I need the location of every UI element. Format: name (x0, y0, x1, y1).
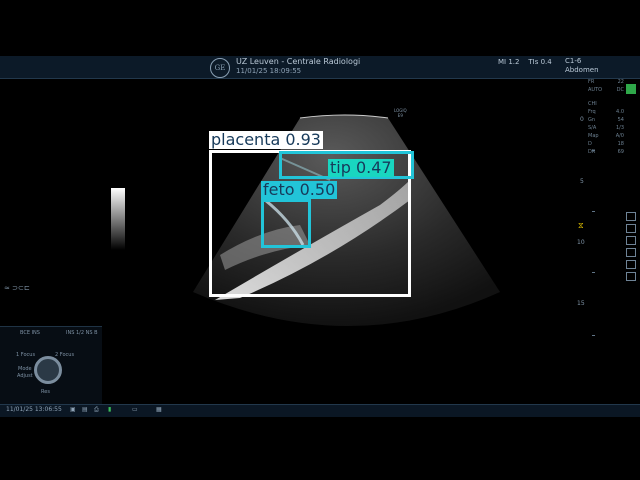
tool-icon[interactable] (626, 224, 636, 233)
panel-label: BCE INS (20, 330, 40, 336)
feto-detection-box (261, 199, 311, 248)
feto-detection-label: feto 0.50 (261, 180, 338, 199)
panel-label: INS 1/2 NS B (66, 330, 98, 336)
adjust-label[interactable]: Adjust (17, 373, 33, 379)
tool-icon[interactable] (626, 248, 636, 257)
probe-label: LOGIQ E9 (394, 108, 407, 118)
network-icon[interactable]: ▦ (156, 406, 162, 413)
focus-knob[interactable] (34, 356, 62, 384)
printer-icon[interactable]: ⎙ (94, 406, 99, 414)
status-icon[interactable]: ▭ (132, 406, 138, 413)
tool-icon[interactable] (626, 236, 636, 245)
side-toolbar (626, 212, 636, 284)
focus-right-label[interactable]: 2 Focus (55, 352, 74, 358)
status-icon[interactable]: ▣ (70, 406, 76, 413)
focus-left-label[interactable]: 1 Focus (16, 352, 35, 358)
res-label[interactable]: Res (41, 389, 50, 395)
mode-label[interactable]: Mode (18, 366, 32, 372)
status-icon[interactable]: ▤ (82, 406, 88, 413)
tool-icon[interactable] (626, 212, 636, 221)
tool-icon[interactable] (626, 260, 636, 269)
status-time: 11/01/25 13:06:55 (6, 406, 62, 413)
tool-icon[interactable] (626, 272, 636, 281)
battery-icon: ▮ (108, 406, 112, 413)
placenta-detection-label: placenta 0.93 (209, 130, 323, 149)
tip-detection-label: tip 0.47 (328, 158, 394, 177)
